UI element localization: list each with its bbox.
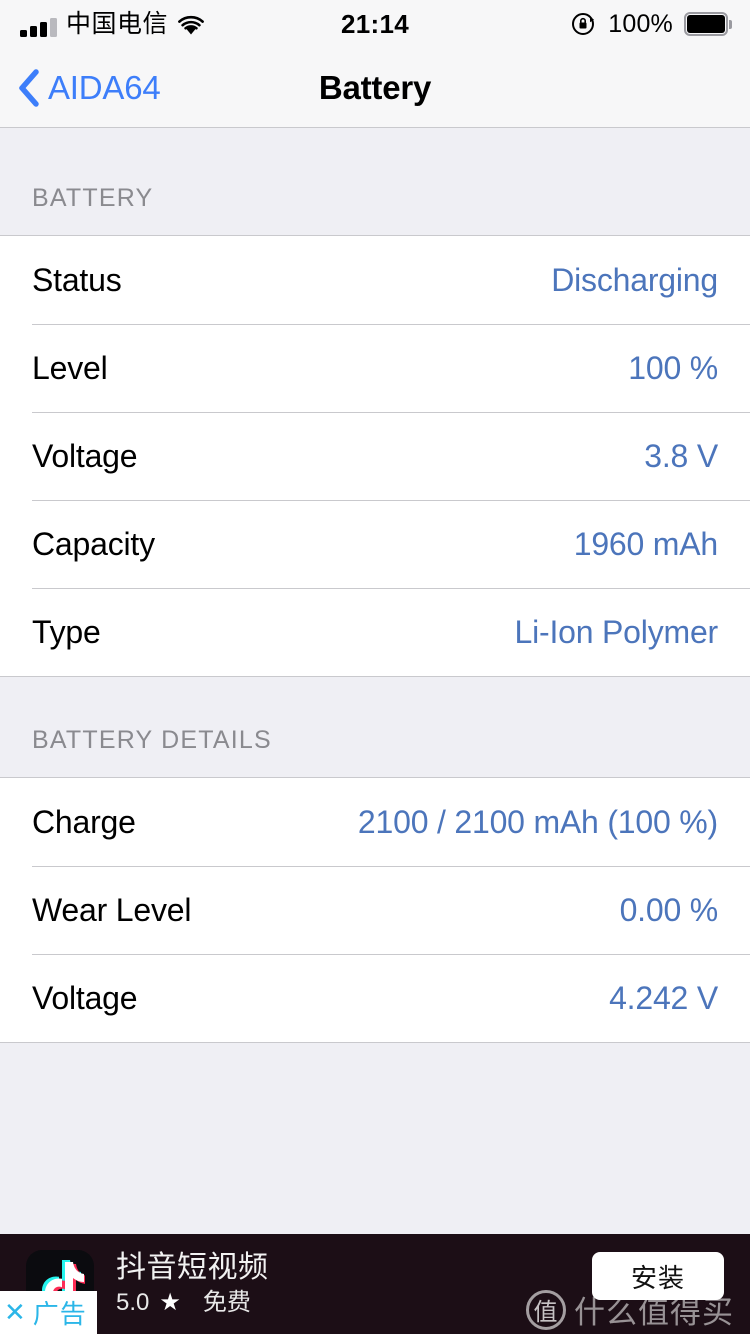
back-button-label: AIDA64 bbox=[48, 68, 161, 106]
row-value: Discharging bbox=[551, 261, 718, 298]
ad-app-name: 抖音短视频 bbox=[116, 1251, 269, 1284]
table-row[interactable]: Level 100 % bbox=[0, 324, 750, 412]
row-value: 2100 / 2100 mAh (100 %) bbox=[357, 803, 718, 840]
phone-screen: 中国电信 21:14 100% AIDA64 Battery BATTERY S… bbox=[0, 0, 750, 1334]
table-row[interactable]: Wear Level 0.00 % bbox=[0, 866, 750, 954]
ad-price: 免费 bbox=[202, 1289, 251, 1316]
row-value: 0.00 % bbox=[619, 891, 719, 928]
row-label: Status bbox=[32, 261, 122, 298]
ad-banner[interactable]: 抖音短视频 5.0 ★ 免费 安装 ✕ 广告 值 什么值得买 bbox=[0, 1234, 750, 1334]
row-value: 100 % bbox=[628, 349, 718, 386]
rotation-lock-icon bbox=[571, 11, 597, 37]
row-label: Wear Level bbox=[32, 891, 192, 928]
navigation-bar: AIDA64 Battery bbox=[0, 48, 750, 128]
section-header-battery-details-label: BATTERY DETAILS bbox=[32, 726, 272, 754]
close-icon: ✕ bbox=[4, 1297, 27, 1327]
table-row[interactable]: Voltage 3.8 V bbox=[0, 412, 750, 500]
section-header-battery-details: BATTERY DETAILS bbox=[0, 676, 750, 778]
section-header-battery-label: BATTERY bbox=[32, 184, 154, 212]
row-value: 1960 mAh bbox=[573, 525, 718, 562]
table-row[interactable]: Charge 2100 / 2100 mAh (100 %) bbox=[0, 778, 750, 866]
list-bottom-separator bbox=[0, 1042, 750, 1043]
row-label: Voltage bbox=[32, 437, 138, 474]
row-label: Capacity bbox=[32, 525, 155, 562]
row-label: Voltage bbox=[32, 979, 138, 1016]
ad-text-block: 抖音短视频 5.0 ★ 免费 bbox=[116, 1249, 269, 1319]
install-button[interactable]: 安装 bbox=[592, 1252, 724, 1300]
ad-close-button[interactable]: ✕ 广告 bbox=[0, 1291, 97, 1334]
battery-group: Status Discharging Level 100 % Voltage 3… bbox=[0, 236, 750, 676]
star-icon: ★ bbox=[159, 1289, 181, 1316]
status-bar-right: 100% bbox=[571, 0, 732, 48]
ad-meta: 5.0 ★ 免费 bbox=[116, 1287, 269, 1319]
table-row[interactable]: Voltage 4.242 V bbox=[0, 954, 750, 1042]
table-row[interactable]: Capacity 1960 mAh bbox=[0, 500, 750, 588]
chevron-left-icon bbox=[16, 68, 42, 108]
status-bar: 中国电信 21:14 100% bbox=[0, 0, 750, 48]
table-row[interactable]: Status Discharging bbox=[0, 236, 750, 324]
section-header-battery: BATTERY bbox=[0, 128, 750, 236]
row-label: Type bbox=[32, 613, 101, 650]
row-value: 4.242 V bbox=[609, 979, 718, 1016]
back-button[interactable]: AIDA64 bbox=[0, 68, 161, 108]
ad-rating: 5.0 bbox=[116, 1289, 150, 1316]
battery-percent-label: 100% bbox=[608, 9, 673, 38]
row-value: Li-Ion Polymer bbox=[514, 613, 719, 650]
row-value: 3.8 V bbox=[644, 437, 718, 474]
row-label: Charge bbox=[32, 803, 136, 840]
ad-close-label: 广告 bbox=[32, 1299, 87, 1329]
battery-details-group: Charge 2100 / 2100 mAh (100 %) Wear Leve… bbox=[0, 778, 750, 1042]
table-row[interactable]: Type Li-Ion Polymer bbox=[0, 588, 750, 676]
battery-full-icon bbox=[684, 12, 732, 36]
row-label: Level bbox=[32, 349, 108, 386]
